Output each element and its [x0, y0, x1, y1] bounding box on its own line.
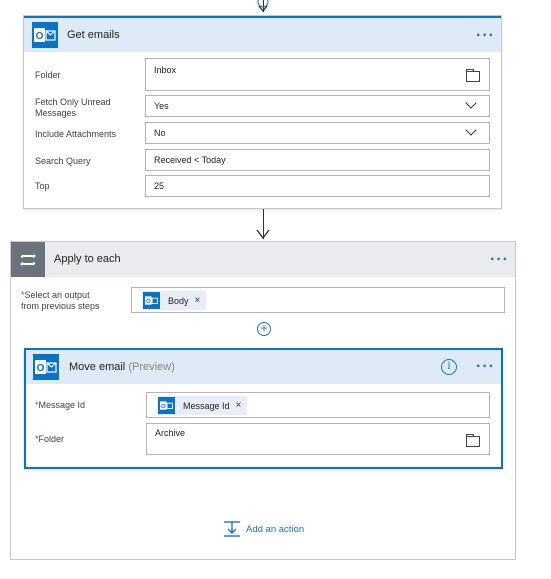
include-attachments-select[interactable]: No	[145, 122, 490, 144]
move-email-more-button[interactable]: ···	[476, 359, 495, 375]
include-attachments-label: Include Attachments	[35, 129, 117, 139]
outlook-icon: O	[158, 397, 175, 414]
get-emails-card: O Get emails ··· Folder Inbox Fetch Only…	[23, 15, 502, 209]
message-id-token-remove-button[interactable]: ×	[236, 400, 242, 411]
apply-to-each-header[interactable]: Apply to each ···	[11, 242, 515, 277]
outlook-icon: O	[32, 22, 58, 48]
select-output-label: *Select an output from previous steps	[21, 290, 100, 312]
top-connector-arrow	[257, 0, 269, 12]
fetch-unread-label-line1: Fetch Only Unread	[35, 97, 111, 107]
move-email-title: Move email (Preview)	[69, 361, 175, 373]
loop-icon	[11, 242, 45, 277]
body-token[interactable]: O Body ×	[142, 291, 207, 310]
folder-value: Inbox	[154, 65, 177, 75]
apply-to-each-title: Apply to each	[54, 253, 121, 265]
move-folder-label-text: Folder	[38, 434, 65, 444]
include-attachments-value: No	[154, 128, 166, 138]
search-query-label: Search Query	[35, 156, 91, 166]
connector-arrow	[256, 229, 270, 240]
message-id-token-label: Message Id	[183, 400, 230, 411]
search-query-input[interactable]: Received < Today	[145, 149, 490, 171]
get-emails-more-button[interactable]: ···	[476, 28, 495, 44]
search-query-value: Received < Today	[154, 155, 226, 165]
add-action-label: Add an action	[246, 523, 305, 535]
body-token-remove-button[interactable]: ×	[195, 295, 201, 306]
folder-label: Folder	[35, 70, 61, 80]
fetch-unread-value: Yes	[154, 101, 169, 111]
chevron-down-icon	[465, 124, 477, 136]
select-output-field[interactable]: O Body ×	[131, 287, 505, 313]
move-email-card: O Move email (Preview) i ··· *Message Id…	[24, 348, 503, 469]
top-value: 25	[154, 181, 165, 191]
move-folder-label: *Folder	[35, 434, 64, 445]
select-output-label-line2: from previous steps	[21, 301, 100, 311]
fetch-unread-label: Fetch Only Unread Messages	[35, 97, 111, 119]
outlook-icon: O	[143, 292, 160, 309]
chevron-down-icon	[465, 97, 477, 109]
message-id-label: *Message Id	[35, 400, 85, 411]
svg-text:O: O	[36, 31, 44, 42]
message-id-field[interactable]: O Message Id ×	[146, 392, 490, 418]
preview-tag: (Preview)	[128, 361, 175, 373]
folder-icon[interactable]	[466, 434, 480, 447]
insert-step-button[interactable]: +	[257, 322, 271, 336]
get-emails-title: Get emails	[67, 29, 120, 41]
svg-text:O: O	[161, 404, 166, 410]
apply-to-each-more-button[interactable]: ···	[490, 252, 509, 268]
top-input[interactable]: 25	[145, 175, 490, 197]
info-icon[interactable]: i	[441, 359, 457, 375]
move-folder-value: Archive	[155, 428, 186, 438]
fetch-unread-label-line2: Messages	[35, 108, 77, 118]
move-email-header[interactable]: O Move email (Preview) i ···	[26, 350, 501, 384]
folder-field[interactable]: Inbox	[145, 58, 490, 91]
get-emails-header[interactable]: O Get emails ···	[24, 16, 501, 52]
add-action-icon	[224, 521, 240, 537]
svg-text:O: O	[37, 363, 45, 374]
folder-icon[interactable]	[466, 69, 480, 82]
message-id-token[interactable]: O Message Id ×	[157, 396, 248, 415]
select-output-label-line1: Select an output	[24, 290, 90, 300]
svg-text:O: O	[146, 299, 151, 305]
move-email-title-text: Move email	[69, 361, 126, 373]
add-action-button[interactable]: Add an action	[223, 520, 304, 538]
outlook-icon: O	[33, 354, 59, 380]
message-id-label-text: Message Id	[38, 400, 86, 410]
apply-to-each-card: Apply to each ··· *Select an output from…	[10, 241, 516, 560]
top-label: Top	[35, 181, 50, 191]
fetch-unread-select[interactable]: Yes	[145, 95, 490, 117]
body-token-label: Body	[168, 295, 189, 306]
move-folder-field[interactable]: Archive	[146, 423, 490, 455]
